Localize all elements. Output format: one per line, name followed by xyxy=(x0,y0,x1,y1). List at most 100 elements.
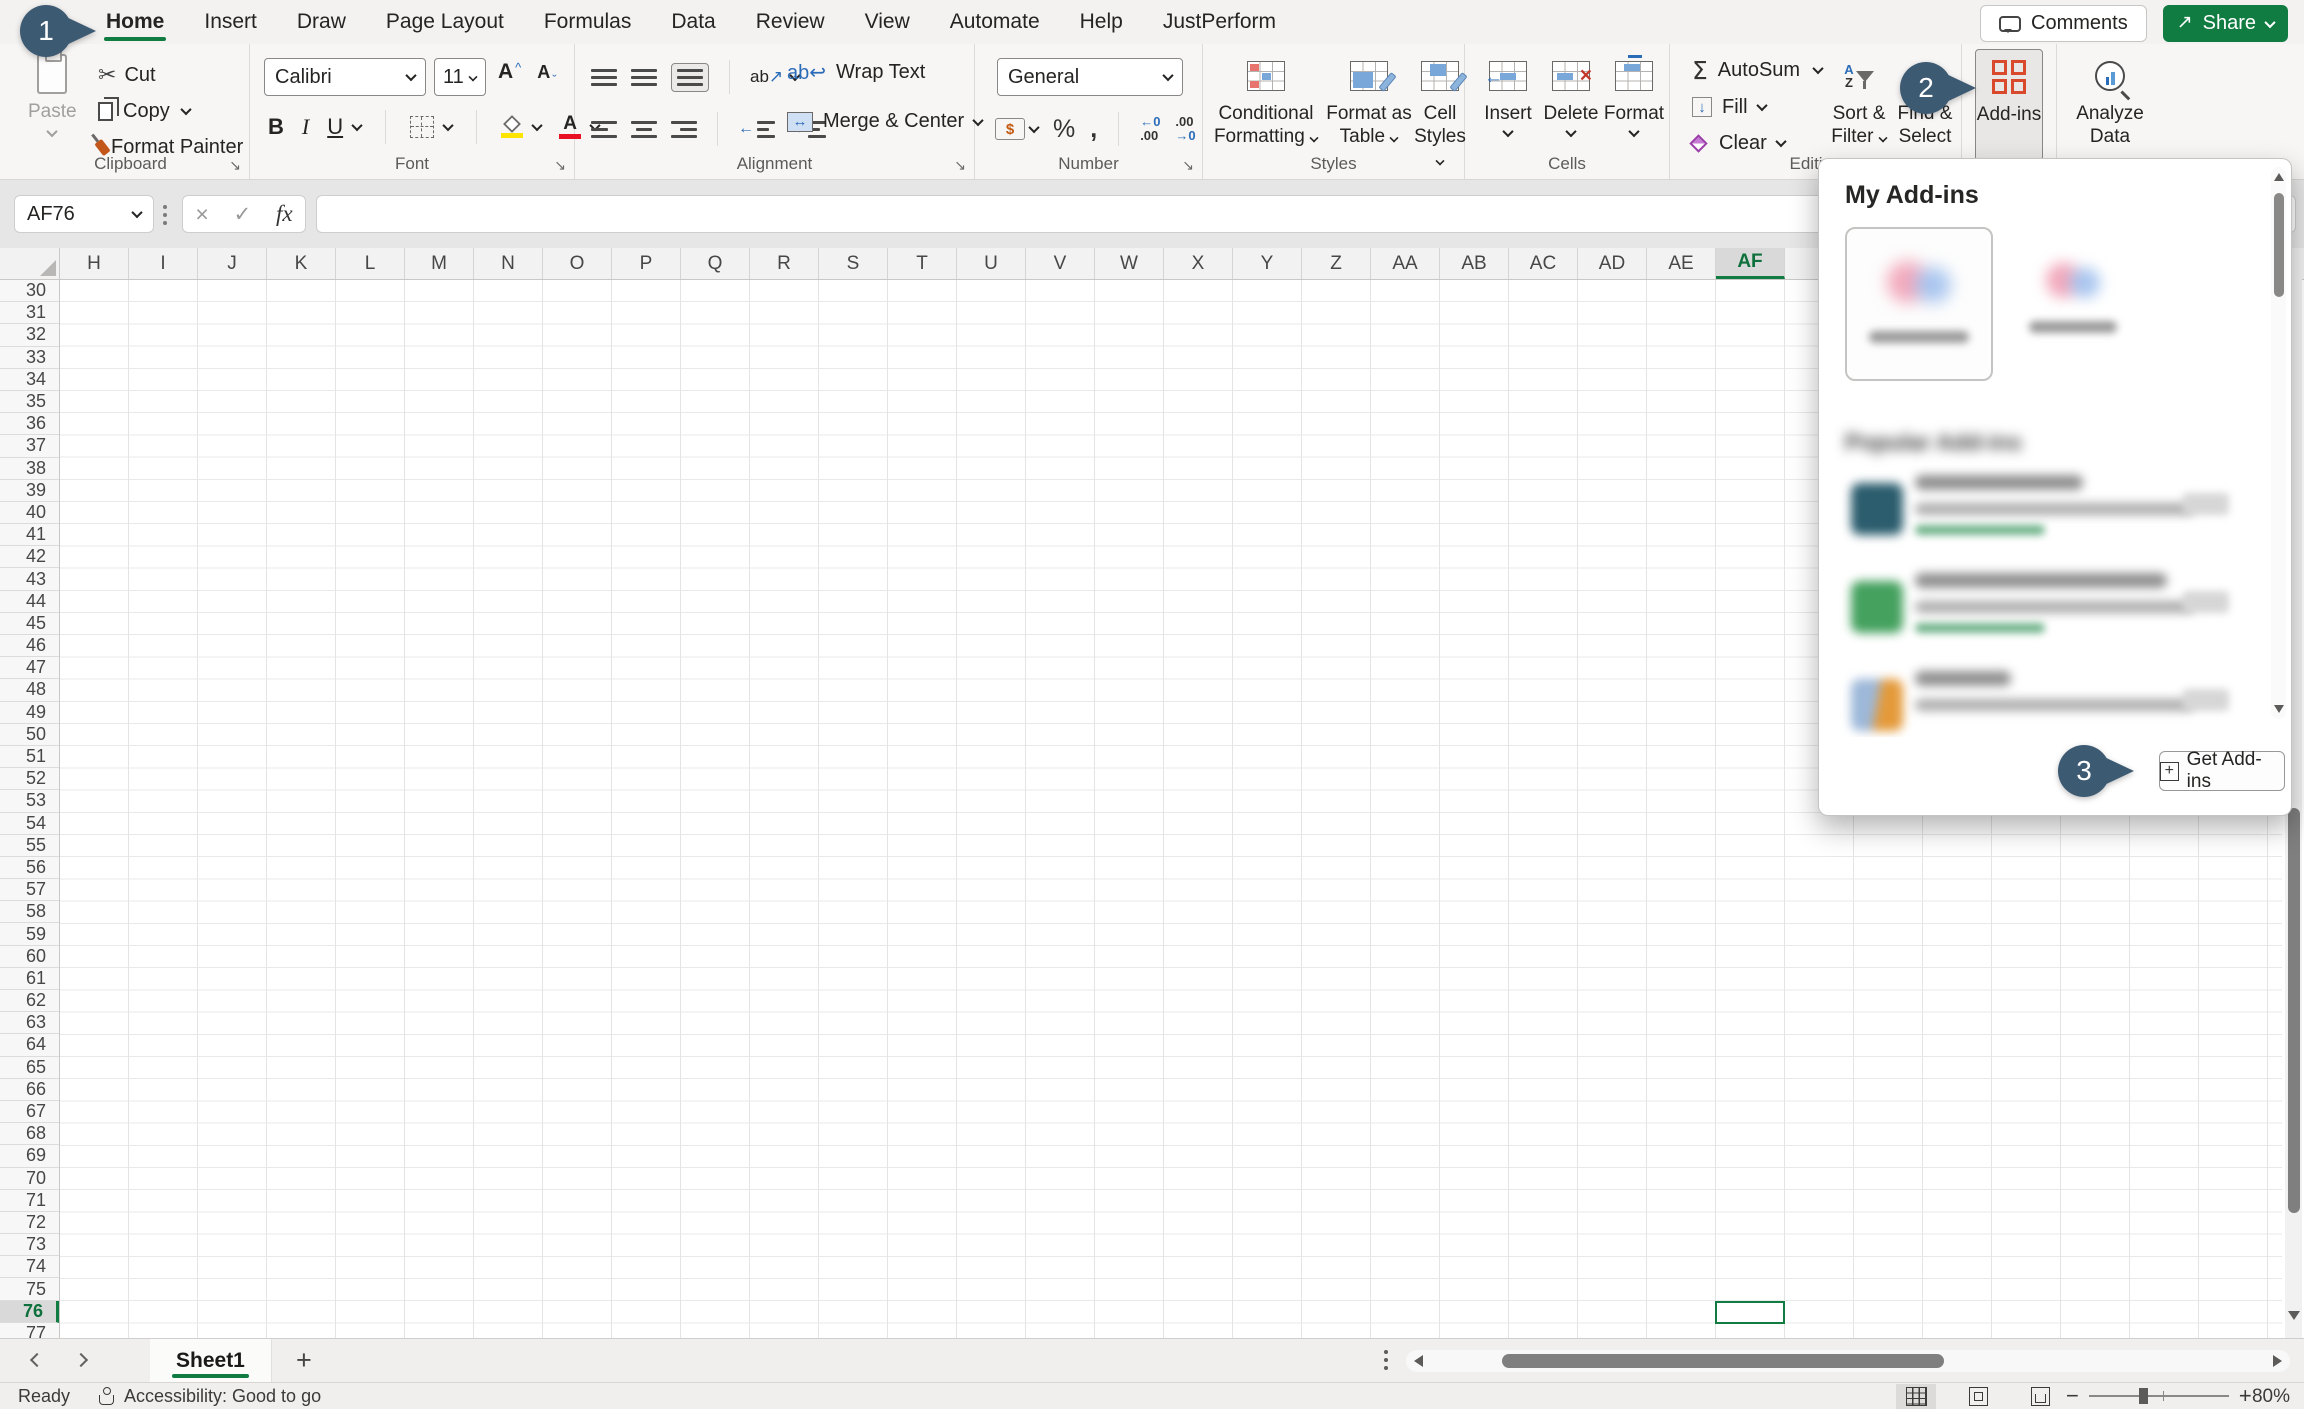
row-header-49[interactable]: 49 xyxy=(0,702,59,724)
autosum-button[interactable]: Σ AutoSum xyxy=(1692,54,1822,86)
tab-help[interactable]: Help xyxy=(1060,0,1143,44)
column-header-K[interactable]: K xyxy=(267,248,336,279)
column-header-AB[interactable]: AB xyxy=(1440,248,1509,279)
scroll-down-icon[interactable] xyxy=(2288,1311,2300,1320)
column-header-Z[interactable]: Z xyxy=(1302,248,1371,279)
tab-draw[interactable]: Draw xyxy=(277,0,366,44)
row-header-72[interactable]: 72 xyxy=(0,1212,59,1234)
panel-scroll-down-icon[interactable] xyxy=(2274,705,2284,713)
underline-chevron-icon[interactable] xyxy=(351,120,362,131)
tab-review[interactable]: Review xyxy=(736,0,845,44)
row-header-52[interactable]: 52 xyxy=(0,768,59,790)
column-header-AF[interactable]: AF xyxy=(1716,248,1785,279)
row-header-42[interactable]: 42 xyxy=(0,546,59,568)
decrease-indent-button[interactable]: ← xyxy=(738,120,775,138)
normal-view-button[interactable] xyxy=(1896,1384,1936,1409)
row-header-56[interactable]: 56 xyxy=(0,857,59,879)
panel-scroll-up-icon[interactable] xyxy=(2274,173,2284,181)
row-header-60[interactable]: 60 xyxy=(0,946,59,968)
column-header-AA[interactable]: AA xyxy=(1371,248,1440,279)
column-header-AD[interactable]: AD xyxy=(1578,248,1647,279)
number-dialog-launcher-icon[interactable]: ↘ xyxy=(1182,157,1194,174)
analyze-data-button[interactable]: Analyze Data xyxy=(2071,54,2149,148)
row-header-54[interactable]: 54 xyxy=(0,813,59,835)
bold-button[interactable]: B xyxy=(268,114,284,140)
my-addin-tile[interactable] xyxy=(2011,239,2135,369)
alignment-dialog-launcher-icon[interactable]: ↘ xyxy=(954,157,966,174)
sheet-tab-sheet1[interactable]: Sheet1 xyxy=(150,1339,272,1382)
active-cell[interactable] xyxy=(1715,1301,1785,1324)
row-header-63[interactable]: 63 xyxy=(0,1012,59,1034)
align-center-button[interactable] xyxy=(631,121,657,138)
borders-button[interactable] xyxy=(410,116,434,138)
horizontal-scrollbar[interactable] xyxy=(1406,1350,2290,1372)
panel-scrollbar[interactable] xyxy=(2271,167,2286,719)
tab-data[interactable]: Data xyxy=(651,0,735,44)
zoom-slider[interactable] xyxy=(2089,1395,2229,1397)
column-header-N[interactable]: N xyxy=(474,248,543,279)
fill-color-button[interactable] xyxy=(501,117,523,138)
row-header-40[interactable]: 40 xyxy=(0,502,59,524)
popular-addin-add-button[interactable] xyxy=(2183,493,2229,515)
increase-decimal-button[interactable]: ←0.00 xyxy=(1140,115,1160,143)
page-break-view-button[interactable] xyxy=(2020,1384,2060,1409)
column-header-S[interactable]: S xyxy=(819,248,888,279)
column-header-J[interactable]: J xyxy=(198,248,267,279)
row-header-59[interactable]: 59 xyxy=(0,923,59,945)
row-header-45[interactable]: 45 xyxy=(0,613,59,635)
row-header-50[interactable]: 50 xyxy=(0,724,59,746)
zoom-in-button[interactable]: + xyxy=(2239,1383,2252,1409)
row-header-46[interactable]: 46 xyxy=(0,635,59,657)
row-header-62[interactable]: 62 xyxy=(0,990,59,1012)
font-dialog-launcher-icon[interactable]: ↘ xyxy=(554,157,566,174)
row-header-47[interactable]: 47 xyxy=(0,657,59,679)
popular-addin-add-button[interactable] xyxy=(2183,689,2229,711)
row-header-48[interactable]: 48 xyxy=(0,679,59,701)
row-header-31[interactable]: 31 xyxy=(0,302,59,324)
tab-view[interactable]: View xyxy=(845,0,930,44)
row-header-68[interactable]: 68 xyxy=(0,1123,59,1145)
fill-button[interactable]: ↓ Fill xyxy=(1692,92,1766,122)
horizontal-scrollbar-thumb[interactable] xyxy=(1502,1354,1944,1368)
align-right-button[interactable] xyxy=(671,121,697,138)
zoom-out-button[interactable]: − xyxy=(2066,1383,2079,1409)
addins-button[interactable]: Add-ins xyxy=(1975,49,2043,161)
row-header-76[interactable]: 76 xyxy=(0,1301,59,1323)
sort-filter-button[interactable]: AZ Sort & Filter xyxy=(1828,54,1890,148)
formula-bar-handle-icon[interactable] xyxy=(163,205,167,209)
prev-sheet-icon[interactable] xyxy=(30,1353,44,1367)
cut-button[interactable]: ✂ Cut xyxy=(98,60,156,90)
next-sheet-icon[interactable] xyxy=(74,1353,88,1367)
panel-scrollbar-thumb[interactable] xyxy=(2274,193,2284,297)
row-header-57[interactable]: 57 xyxy=(0,879,59,901)
column-header-L[interactable]: L xyxy=(336,248,405,279)
cancel-icon[interactable]: × xyxy=(195,201,208,228)
column-header-P[interactable]: P xyxy=(612,248,681,279)
align-left-button[interactable] xyxy=(591,121,617,138)
tab-page-layout[interactable]: Page Layout xyxy=(366,0,524,44)
row-header-44[interactable]: 44 xyxy=(0,591,59,613)
insert-cells-button[interactable]: ← Insert xyxy=(1479,54,1537,137)
row-header-75[interactable]: 75 xyxy=(0,1278,59,1300)
tab-automate[interactable]: Automate xyxy=(930,0,1060,44)
accounting-chevron-icon[interactable] xyxy=(1028,122,1039,133)
my-addin-tile[interactable] xyxy=(1845,227,1993,381)
fill-color-chevron-icon[interactable] xyxy=(531,120,542,131)
clipboard-dialog-launcher-icon[interactable]: ↘ xyxy=(229,157,241,174)
column-header-X[interactable]: X xyxy=(1164,248,1233,279)
merge-center-button[interactable]: ↔ Merge & Center xyxy=(787,110,982,133)
scroll-left-icon[interactable] xyxy=(1414,1355,1423,1367)
row-header-34[interactable]: 34 xyxy=(0,369,59,391)
row-header-73[interactable]: 73 xyxy=(0,1234,59,1256)
conditional-formatting-button[interactable]: Conditional Formatting xyxy=(1213,54,1319,148)
font-name-select[interactable]: Calibri xyxy=(264,58,426,96)
grow-font-button[interactable]: A^ xyxy=(498,60,521,84)
row-header-51[interactable]: 51 xyxy=(0,746,59,768)
column-header-Q[interactable]: Q xyxy=(681,248,750,279)
insert-function-icon[interactable]: fx xyxy=(276,201,293,227)
accounting-format-button[interactable]: $ xyxy=(995,118,1025,140)
number-format-select[interactable]: General xyxy=(997,58,1183,96)
tab-insert[interactable]: Insert xyxy=(184,0,277,44)
select-all-corner[interactable] xyxy=(0,248,60,280)
row-header-64[interactable]: 64 xyxy=(0,1034,59,1056)
